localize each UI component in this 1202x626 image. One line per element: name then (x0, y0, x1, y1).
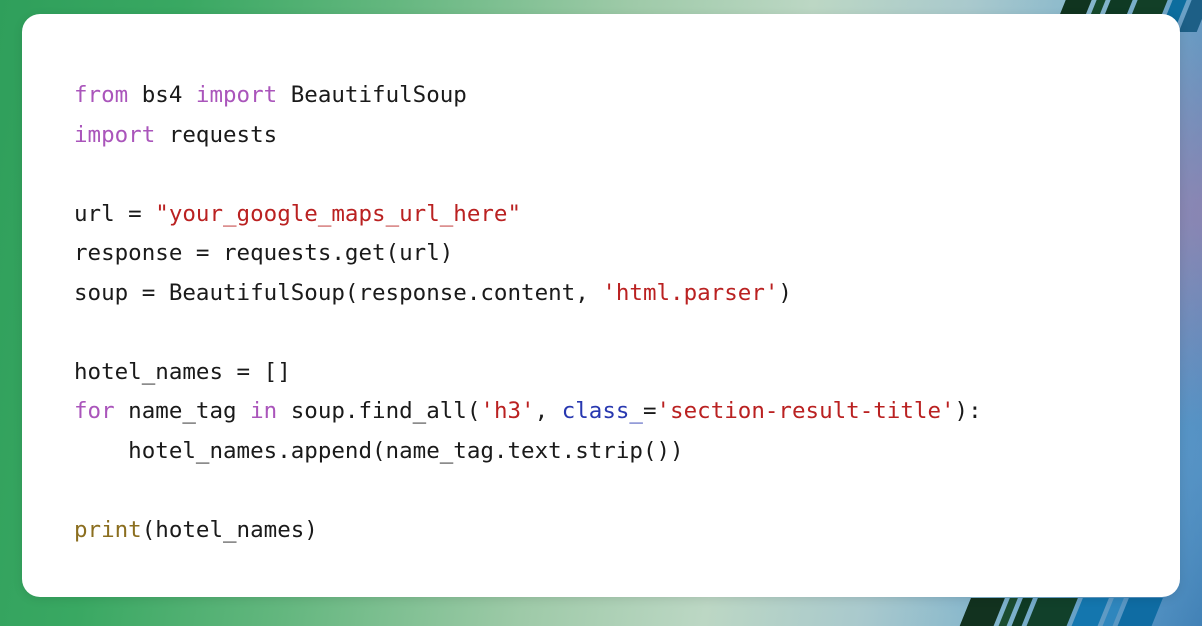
code-line: url = "your_google_maps_url_here" (74, 195, 1180, 235)
code-line: for name_tag in soup.find_all('h3', clas… (74, 392, 1180, 432)
code-line: from bs4 import BeautifulSoup (74, 76, 1180, 116)
python-code-block[interactable]: from bs4 import BeautifulSoup import requ… (22, 14, 1180, 550)
code-token-text-default: name_tag (114, 398, 251, 424)
code-token-text-default: response = requests.get(url) (74, 240, 454, 266)
code-line: hotel_names.append(name_tag.text.strip()… (74, 432, 1180, 472)
code-line: hotel_names = [] (74, 353, 1180, 393)
code-token-text-default: hotel_names.append(name_tag.text.strip()… (74, 437, 684, 464)
code-token-keyword: for (74, 398, 115, 424)
code-token-builtin: print (74, 516, 142, 543)
code-token-keyword: in (250, 398, 278, 424)
code-token-text-default: , (534, 398, 562, 424)
code-token-text-default: (hotel_names) (141, 516, 318, 543)
code-token-text-default: ): (954, 398, 982, 424)
code-token-text-default: ) (778, 279, 792, 306)
code-token-text-default: = (642, 398, 657, 424)
code-token-string: 'h3' (480, 398, 535, 424)
code-token-text-default: url = (74, 200, 156, 227)
code-card: from bs4 import BeautifulSoup import requ… (22, 14, 1180, 597)
code-token-keyword: from (74, 82, 129, 108)
code-token-argument: class_ (561, 398, 643, 424)
code-line: print(hotel_names) (74, 511, 1180, 551)
code-token-keyword: import (74, 121, 156, 148)
code-token-string: 'html.parser' (602, 279, 779, 306)
code-line: soup = BeautifulSoup(response.content, '… (74, 274, 1180, 314)
code-token-text-default: requests (155, 121, 278, 148)
code-token-string: "your_google_maps_url_here" (155, 200, 522, 227)
code-token-string: 'section-result-title' (656, 398, 955, 424)
code-token-keyword: import (195, 82, 278, 108)
code-token-text-default: BeautifulSoup (277, 82, 467, 108)
decorative-stripes-bottom-right (953, 598, 1201, 626)
code-token-text-default: hotel_names = [] (74, 358, 291, 385)
code-token-text-default: soup = BeautifulSoup(response.content, (74, 279, 603, 306)
code-token-text-default: bs4 (128, 82, 196, 108)
code-line: import requests (74, 116, 1180, 156)
code-line: response = requests.get(url) (74, 234, 1180, 274)
code-token-text-default: soup.find_all( (277, 398, 481, 424)
